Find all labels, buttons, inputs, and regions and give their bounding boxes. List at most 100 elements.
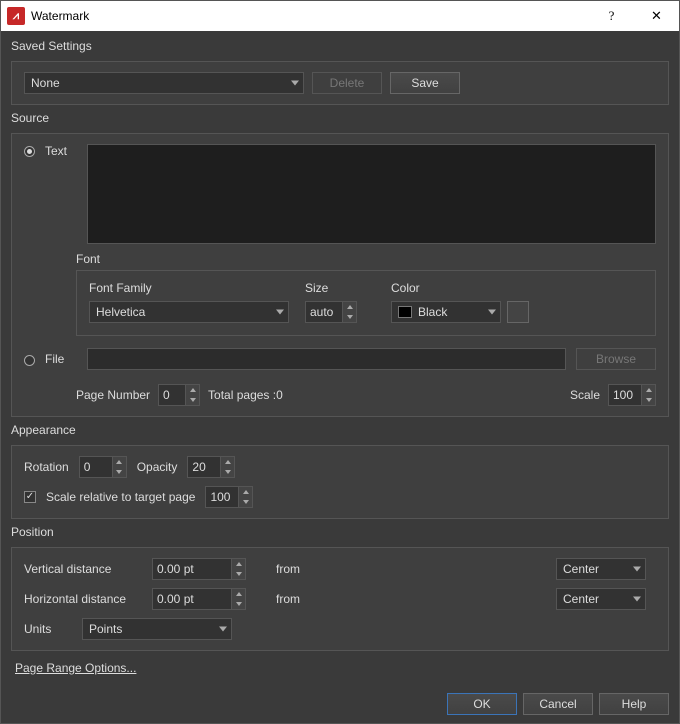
browse-button[interactable]: Browse (576, 348, 656, 370)
hfrom-combo[interactable]: Center (556, 588, 646, 610)
opacity-label: Opacity (137, 460, 178, 474)
spinner-down-icon[interactable] (343, 312, 356, 322)
total-pages-label: Total pages :0 (208, 388, 283, 402)
font-size-spinner[interactable] (305, 301, 375, 323)
file-radio[interactable] (24, 355, 35, 366)
app-icon: ⩘ (7, 7, 25, 25)
page-range-link[interactable]: Page Range Options... (15, 661, 669, 675)
vdist-spinner[interactable] (152, 558, 262, 580)
hfrom-value: Center (563, 592, 599, 606)
text-radio[interactable] (24, 146, 35, 157)
units-combo[interactable]: Points (82, 618, 232, 640)
spinner-down-icon[interactable] (186, 395, 199, 405)
file-scale-input[interactable] (608, 384, 642, 406)
chevron-down-icon (276, 310, 284, 315)
spinner-down-icon[interactable] (232, 599, 245, 609)
help-button[interactable]: Help (599, 693, 669, 715)
source-file-row: File Browse (24, 348, 656, 370)
chevron-down-icon (219, 627, 227, 632)
chevron-down-icon (633, 597, 641, 602)
scale-relative-spinner[interactable] (205, 486, 253, 508)
spinner-up-icon[interactable] (239, 487, 252, 497)
opacity-spinner[interactable] (187, 456, 235, 478)
spinner-up-icon[interactable] (343, 302, 356, 312)
color-picker-button[interactable] (507, 301, 529, 323)
position-panel: Vertical distance from Center Horizontal… (11, 547, 669, 651)
file-scale-spinner[interactable] (608, 384, 656, 406)
dialog-footer: OK Cancel Help (1, 687, 679, 723)
spinner-down-icon[interactable] (232, 569, 245, 579)
hdist-label: Horizontal distance (24, 592, 144, 606)
ok-button[interactable]: OK (447, 693, 517, 715)
rotation-spinner[interactable] (79, 456, 127, 478)
vdist-input[interactable] (152, 558, 232, 580)
size-label: Size (305, 281, 375, 295)
watermark-dialog: ⩘ Watermark ? ✕ Saved Settings None Dele… (0, 0, 680, 724)
chevron-down-icon (291, 81, 299, 86)
spinner-up-icon[interactable] (221, 457, 234, 467)
file-radio-label: File (45, 352, 77, 366)
help-icon[interactable]: ? (589, 1, 634, 31)
scale-relative-checkbox[interactable]: ✓ (24, 491, 36, 503)
font-block: Font Font Family Size Color Helvetica (76, 252, 656, 336)
chevron-down-icon (488, 310, 496, 315)
spinner-down-icon[interactable] (113, 467, 126, 477)
file-scale-label: Scale (570, 388, 600, 402)
page-number-label: Page Number (76, 388, 150, 402)
page-number-input[interactable] (158, 384, 186, 406)
font-family-label: Font Family (89, 281, 289, 295)
hdist-spinner[interactable] (152, 588, 262, 610)
spinner-up-icon[interactable] (186, 385, 199, 395)
dialog-content: Saved Settings None Delete Save Source T… (1, 31, 679, 687)
titlebar: ⩘ Watermark ? ✕ (1, 1, 679, 31)
source-panel: Text Font Font Family Size Color Helveti… (11, 133, 669, 417)
appearance-panel: Rotation Opacity ✓ Scale relative to tar… (11, 445, 669, 519)
font-size-input[interactable] (305, 301, 343, 323)
close-icon[interactable]: ✕ (634, 1, 679, 31)
delete-button[interactable]: Delete (312, 72, 382, 94)
window-title: Watermark (31, 9, 589, 23)
vfrom-combo[interactable]: Center (556, 558, 646, 580)
color-combo[interactable]: Black (391, 301, 501, 323)
units-label: Units (24, 622, 72, 636)
saved-settings-combo[interactable]: None (24, 72, 304, 94)
spinner-up-icon[interactable] (232, 559, 245, 569)
saved-settings-panel: None Delete Save (11, 61, 669, 105)
cancel-button[interactable]: Cancel (523, 693, 593, 715)
color-value: Black (418, 305, 447, 319)
source-text-row: Text (24, 144, 656, 244)
text-radio-label: Text (45, 144, 77, 158)
scale-relative-label: Scale relative to target page (46, 490, 195, 504)
hdist-input[interactable] (152, 588, 232, 610)
color-label: Color (391, 281, 643, 295)
file-path-input[interactable] (87, 348, 566, 370)
spinner-down-icon[interactable] (239, 497, 252, 507)
spinner-up-icon[interactable] (642, 385, 655, 395)
rotation-label: Rotation (24, 460, 69, 474)
position-label: Position (11, 525, 669, 539)
font-family-value: Helvetica (96, 305, 145, 319)
spinner-up-icon[interactable] (113, 457, 126, 467)
saved-settings-label: Saved Settings (11, 39, 669, 53)
saved-settings-value: None (31, 76, 60, 90)
save-button[interactable]: Save (390, 72, 460, 94)
rotation-input[interactable] (79, 456, 113, 478)
scale-relative-input[interactable] (205, 486, 239, 508)
page-number-spinner[interactable] (158, 384, 200, 406)
hfrom-label: from (270, 592, 548, 606)
font-family-combo[interactable]: Helvetica (89, 301, 289, 323)
vfrom-label: from (270, 562, 548, 576)
chevron-down-icon (633, 567, 641, 572)
spinner-down-icon[interactable] (642, 395, 655, 405)
vfrom-value: Center (563, 562, 599, 576)
units-value: Points (89, 622, 122, 636)
page-row: Page Number Total pages :0 Scale (76, 384, 656, 406)
vdist-label: Vertical distance (24, 562, 144, 576)
appearance-label: Appearance (11, 423, 669, 437)
watermark-text-input[interactable] (87, 144, 656, 244)
font-panel: Font Family Size Color Helvetica (76, 270, 656, 336)
opacity-input[interactable] (187, 456, 221, 478)
spinner-up-icon[interactable] (232, 589, 245, 599)
source-label: Source (11, 111, 669, 125)
spinner-down-icon[interactable] (221, 467, 234, 477)
